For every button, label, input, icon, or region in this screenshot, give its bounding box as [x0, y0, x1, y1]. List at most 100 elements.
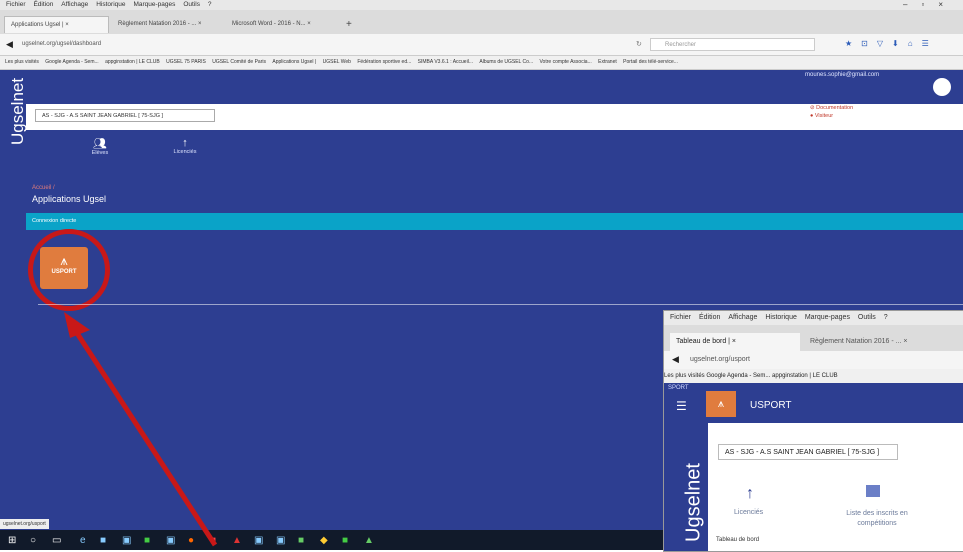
- link-label: Documentation: [816, 105, 854, 111]
- list-icon[interactable]: [866, 485, 880, 497]
- bookmark[interactable]: SIMBA V3.6.1 : Accueil...: [418, 59, 473, 65]
- reload-icon[interactable]: ↻: [636, 40, 642, 48]
- bookmark[interactable]: Applications Ugsel |: [272, 59, 316, 65]
- app-icon[interactable]: ■: [210, 535, 216, 546]
- bookmark[interactable]: Albums de UGSEL Co...: [479, 59, 533, 65]
- menu-item[interactable]: Affichage: [728, 314, 757, 321]
- app-icon[interactable]: ■: [298, 535, 304, 546]
- app-icon[interactable]: ■: [342, 535, 348, 546]
- licencies-link[interactable]: Licenciés: [734, 509, 763, 516]
- tab-label: Applications Ugsel |: [11, 22, 64, 28]
- inset-bookmarks: Les plus visités Google Agenda - Sem... …: [664, 369, 963, 383]
- usport-logo-icon[interactable]: ⩚: [706, 391, 736, 417]
- dashboard-title: Tableau de bord: [716, 537, 760, 543]
- app-icon[interactable]: ▣: [166, 535, 175, 546]
- hamburger-icon[interactable]: ☰: [676, 399, 687, 413]
- app-icon[interactable]: ■: [100, 535, 106, 546]
- bookmark[interactable]: UGSEL Comité de Paris: [212, 59, 266, 65]
- menu-item[interactable]: Historique: [96, 1, 125, 8]
- section-header: Connexion directe: [26, 213, 963, 230]
- divider: [38, 304, 963, 305]
- highlight-circle: [28, 229, 110, 311]
- inset-menu-bar: Fichier Édition Affichage Historique Mar…: [664, 311, 963, 325]
- tab-label: Règlement Natation 2016 - ...: [118, 21, 197, 27]
- liste-inscrits-link[interactable]: Liste des inscrits en compétitions: [842, 509, 912, 529]
- menu-item[interactable]: Marque-pages: [805, 314, 850, 321]
- link-label: Visiteur: [814, 113, 834, 119]
- firefox-icon[interactable]: ●: [188, 535, 194, 546]
- nav-licencies[interactable]: ↑ Licenciés: [165, 137, 205, 155]
- search-icon[interactable]: ○: [30, 535, 36, 546]
- inset-url-field[interactable]: ugselnet.org/usport: [664, 351, 963, 369]
- url-field[interactable]: ugselnet.org/ugsel/dashboard: [22, 38, 622, 51]
- tab-label: Tableau de bord |: [676, 338, 730, 345]
- store-icon[interactable]: ▣: [122, 535, 131, 546]
- bookmark[interactable]: appginstation | LE CLUB: [105, 59, 160, 65]
- bookmark[interactable]: Votre compte Associa...: [540, 59, 592, 65]
- bookmarks-bar: Les plus visités Google Agenda - Sem... …: [0, 56, 963, 70]
- inset-tab-bar: Tableau de bord | × Règlement Natation 2…: [664, 325, 963, 351]
- school-selector[interactable]: AS - SJG - A.S SAINT JEAN GABRIEL [ 75-S…: [718, 444, 898, 460]
- start-icon[interactable]: ⊞: [8, 535, 16, 546]
- menu-bar: Fichier Édition Affichage Historique Mar…: [0, 0, 963, 10]
- nav-label: Elèves: [91, 150, 109, 156]
- sport-label: SPORT: [668, 385, 689, 391]
- back-arrow-icon[interactable]: ◀: [672, 354, 679, 365]
- school-selector[interactable]: AS - SJG - A.S SAINT JEAN GABRIEL [ 75-S…: [35, 109, 215, 122]
- bookmark[interactable]: Portail des télé-service...: [623, 59, 678, 65]
- menu-item[interactable]: Édition: [33, 1, 53, 8]
- bookmark[interactable]: Google Agenda - Sem...: [45, 59, 98, 65]
- visiteur-link[interactable]: ● Visiteur: [810, 112, 853, 120]
- edge-icon[interactable]: e: [80, 535, 86, 546]
- nav-eleves[interactable]: 👥︎ Elèves: [80, 137, 120, 156]
- tab-applications[interactable]: Applications Ugsel | ×: [4, 16, 109, 33]
- menu-item[interactable]: Affichage: [61, 1, 88, 8]
- tab-reglement[interactable]: Règlement Natation 2016 - ... ×: [112, 16, 224, 33]
- tab-label: Microsoft Word - 2016 - N...: [232, 21, 306, 27]
- toolbar-icons[interactable]: ★⊡▽⬇⌂☰: [845, 39, 938, 48]
- new-tab-button[interactable]: +: [340, 16, 354, 33]
- avatar[interactable]: [933, 78, 951, 96]
- tab-word[interactable]: Microsoft Word - 2016 - N... ×: [226, 16, 338, 33]
- menu-item[interactable]: Fichier: [670, 314, 691, 321]
- documentation-link[interactable]: ⊘ Documentation: [810, 104, 853, 112]
- app-icon[interactable]: ■: [144, 535, 150, 546]
- bookmark[interactable]: Extranet: [598, 59, 617, 65]
- menu-item[interactable]: Fichier: [6, 1, 26, 8]
- menu-item[interactable]: Édition: [699, 314, 720, 321]
- menu-item[interactable]: ?: [884, 314, 888, 321]
- word-icon[interactable]: ▣: [254, 535, 263, 546]
- bookmark[interactable]: Fédération sportive ed...: [357, 59, 411, 65]
- user-email[interactable]: mounes.sophie@gmail.com: [805, 72, 879, 78]
- person-icon: ↑: [182, 137, 188, 149]
- taskview-icon[interactable]: ▭: [52, 535, 61, 546]
- brand-logo: Ugselnet: [682, 463, 705, 542]
- menu-item[interactable]: Outils: [183, 1, 200, 8]
- window-controls[interactable]: –▫×: [903, 0, 957, 10]
- menu-item[interactable]: Marque-pages: [133, 1, 175, 8]
- menu-item[interactable]: Outils: [858, 314, 876, 321]
- tab-reglement[interactable]: Règlement Natation 2016 - ... ×: [804, 333, 963, 351]
- acrobat-icon[interactable]: ▲: [232, 535, 242, 546]
- tab-tableau[interactable]: Tableau de bord | ×: [670, 333, 800, 351]
- outlook-icon[interactable]: ▣: [276, 535, 285, 546]
- inset-screenshot: Fichier Édition Affichage Historique Mar…: [663, 310, 963, 552]
- breadcrumb[interactable]: Accueil /: [32, 185, 55, 191]
- brand-logo: Ugselnet: [8, 77, 27, 145]
- person-icon[interactable]: ↑: [746, 485, 754, 503]
- app-icon[interactable]: ◆: [320, 535, 328, 546]
- nav-label: Licenciés: [173, 149, 197, 155]
- menu-item[interactable]: Historique: [765, 314, 797, 321]
- search-field[interactable]: Rechercher: [650, 38, 815, 51]
- status-url: ugselnet.org/usport: [0, 519, 49, 529]
- menu-item[interactable]: ?: [208, 1, 212, 8]
- app-name: USPORT: [750, 400, 792, 411]
- users-icon: 👥︎: [93, 138, 107, 150]
- header-links: ⊘ Documentation ● Visiteur: [810, 104, 853, 120]
- back-arrow-icon[interactable]: ◀: [6, 39, 13, 50]
- bookmark[interactable]: Les plus visités: [5, 59, 39, 65]
- bookmark[interactable]: UGSEL 75 PARIS: [166, 59, 206, 65]
- tab-label: Règlement Natation 2016 - ...: [810, 338, 902, 345]
- app-icon[interactable]: ▲: [364, 535, 374, 546]
- bookmark[interactable]: UGSEL Web: [323, 59, 351, 65]
